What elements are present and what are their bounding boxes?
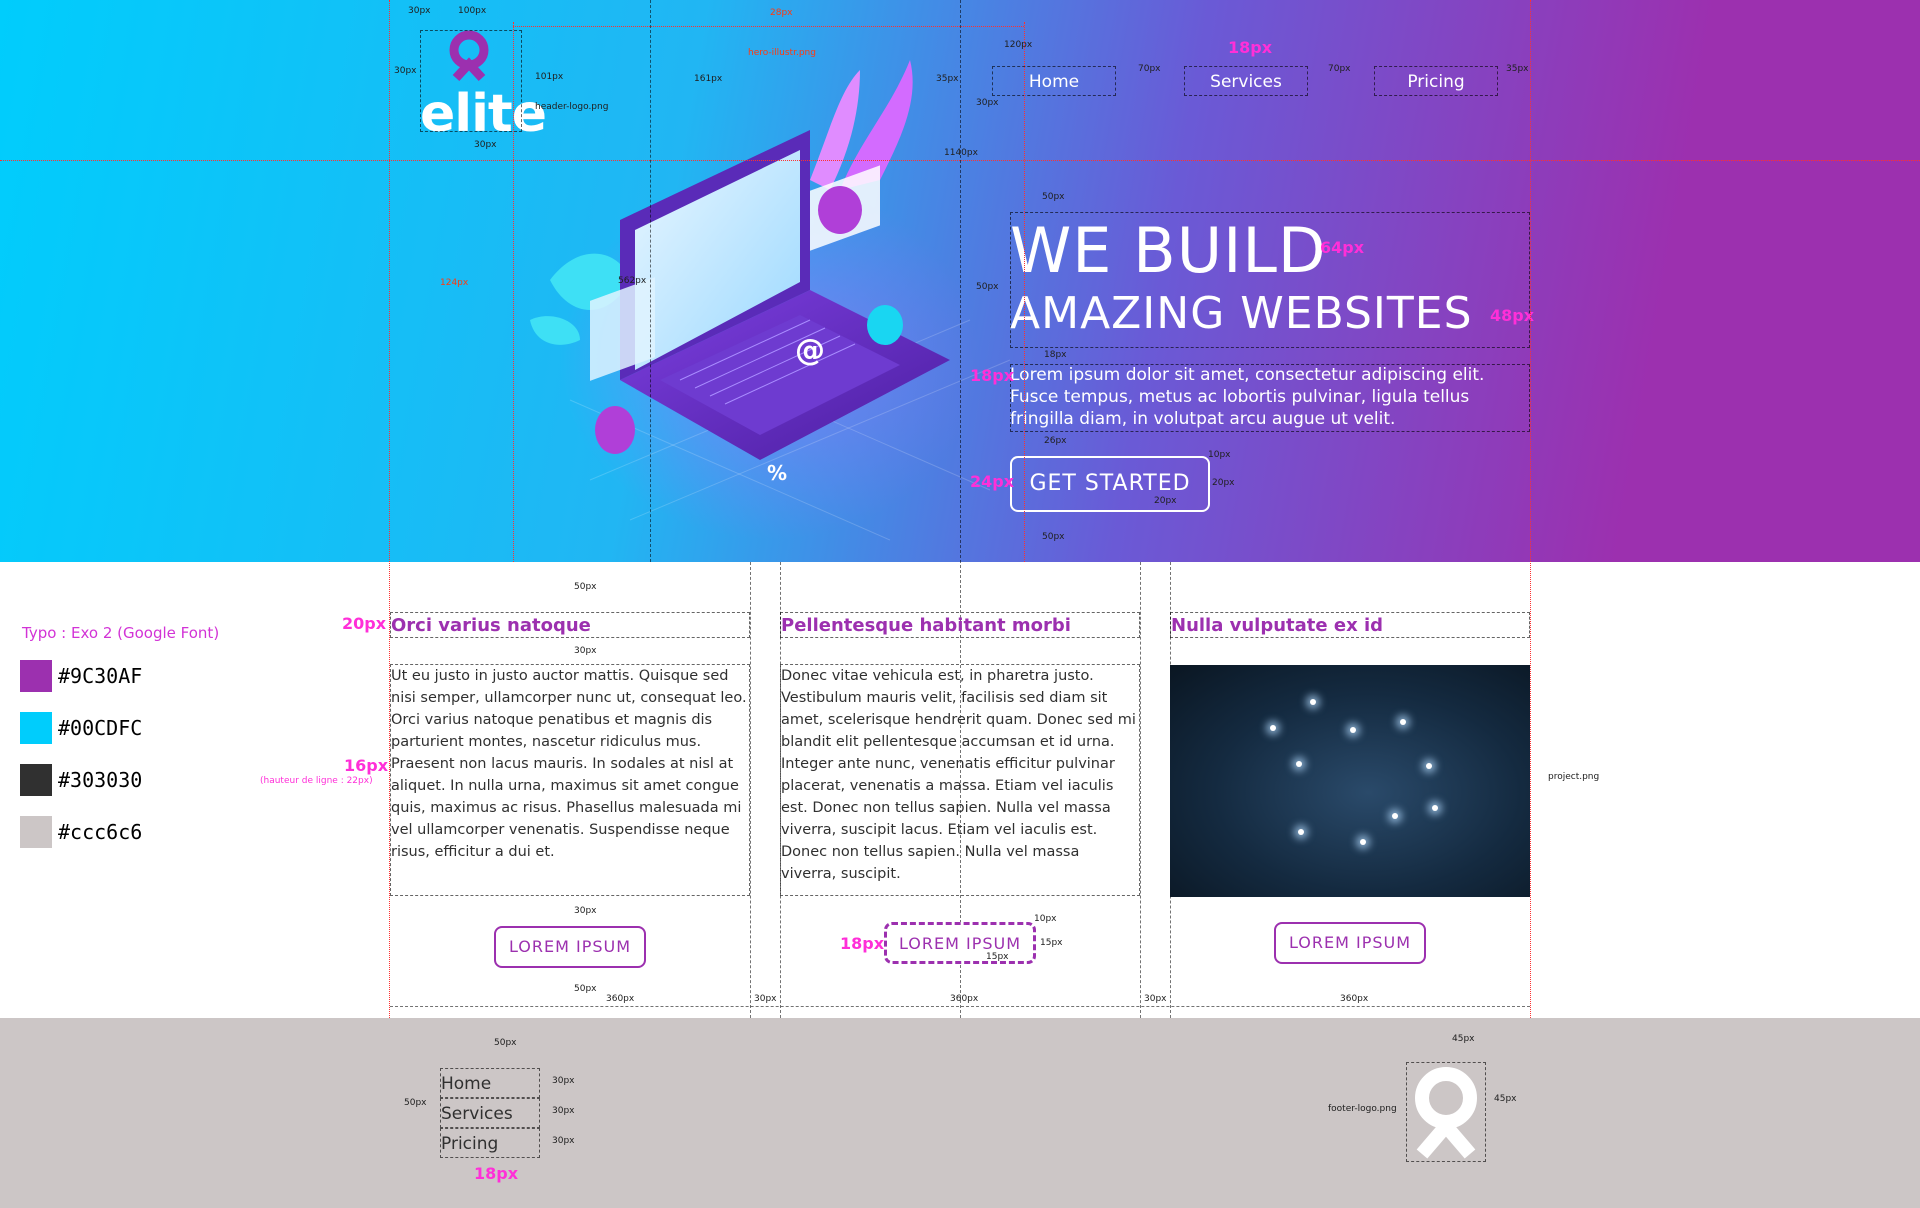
body-spec: 16px (344, 756, 389, 775)
column3-title: Nulla vulputate ex id (1170, 612, 1530, 638)
spec-label: 101px (535, 72, 564, 82)
spec-label: 15px (986, 952, 1009, 962)
spec-label: 30px (408, 6, 431, 16)
spec-label: 18px (1044, 350, 1067, 360)
spec-label: 45px (1452, 1034, 1475, 1044)
spec-label: 30px (754, 994, 777, 1004)
spec-label: 360px (950, 994, 979, 1004)
spec-label: 50px (494, 1038, 517, 1048)
spec-label: 35px (936, 74, 959, 84)
spec-label: 15px (1040, 938, 1063, 948)
spec-label: 30px (474, 140, 497, 150)
hero-title-line1: WE BUILD (1010, 214, 1327, 287)
spec-label: 360px (606, 994, 635, 1004)
column3-button[interactable]: LOREM IPSUM (1274, 922, 1426, 964)
footer: Home Services Pricing 18px footer-logo.p… (0, 1018, 1920, 1208)
swatch-purple (20, 660, 52, 692)
swatch-purple-label: #9C30AF (58, 664, 143, 688)
project-file-label: project.png (1548, 772, 1600, 782)
nav-services[interactable]: Services (1184, 66, 1308, 96)
logo-file-label: header-logo.png (535, 102, 609, 112)
guide-illus-top (513, 26, 1024, 27)
footer-logo-file: footer-logo.png (1328, 1104, 1397, 1114)
logo-bounds (420, 30, 522, 132)
spec-label: 70px (1138, 64, 1161, 74)
title2-spec: 48px (1490, 306, 1535, 325)
swatch-dark (20, 764, 52, 796)
hero-illustration: % @ (530, 60, 1011, 541)
hero-title-line2: AMAZING WEBSITES (1010, 288, 1473, 339)
column1-title: Orci varius natoque (390, 612, 750, 638)
hero-paragraph: Lorem ipsum dolor sit amet, consectetur … (1010, 365, 1485, 429)
guide-illus-axis (650, 0, 651, 562)
footer-nav-services[interactable]: Services (440, 1098, 540, 1128)
spec-label: 30px (1144, 994, 1167, 1004)
spec-label: 50px (1042, 192, 1065, 202)
guide-col-widths (390, 1006, 1530, 1007)
spec-label: 10px (1208, 450, 1231, 460)
column1-text: Ut eu justo in justo auctor mattis. Quis… (390, 664, 750, 896)
title-spec: 20px (342, 614, 387, 633)
spec-label: 20px (1212, 478, 1235, 488)
spec-label: 30px (976, 98, 999, 108)
get-started-button[interactable]: GET STARTED (1010, 456, 1210, 512)
spec-label: 124px (440, 278, 469, 288)
svg-text:@: @ (795, 333, 825, 368)
spec-label: 30px (552, 1136, 575, 1146)
swatch-grey (20, 816, 52, 848)
spec-label: 26px (1044, 436, 1067, 446)
spec-label: 161px (694, 74, 723, 84)
column2-text: Donec vitae vehicula est, in pharetra ju… (780, 664, 1140, 896)
spec-label: 70px (1328, 64, 1351, 74)
line-height-spec: (hauteur de ligne : 22px) (260, 776, 373, 786)
footer-nav-pricing[interactable]: Pricing (440, 1128, 540, 1158)
spec-label: 50px (976, 282, 999, 292)
spec-label: 35px (1506, 64, 1529, 74)
spec-label: 120px (1004, 40, 1033, 50)
footer-nav-home[interactable]: Home (440, 1068, 540, 1098)
spec-label: 100px (458, 6, 487, 16)
swatch-grey-label: #ccc6c6 (58, 820, 143, 844)
typo-note: Typo : Exo 2 (Google Font) (22, 624, 220, 642)
button-spec: 18px (840, 934, 885, 953)
footer-logo-icon[interactable] (1408, 1064, 1484, 1160)
swatch-cyan (20, 712, 52, 744)
column2-title: Pellentesque habitant morbi (780, 612, 1140, 638)
spec-label: 45px (1494, 1094, 1517, 1104)
svg-text:%: % (767, 461, 787, 485)
spec-label: 360px (1340, 994, 1369, 1004)
title1-spec: 64px (1320, 238, 1365, 257)
column2-button[interactable]: LOREM IPSUM (884, 922, 1036, 964)
spec-label: 50px (574, 984, 597, 994)
nav-font-spec: 18px (1228, 38, 1273, 57)
nav-pricing[interactable]: Pricing (1374, 66, 1498, 96)
swatch-dark-label: #303030 (58, 768, 143, 792)
footer-nav-spec: 18px (474, 1164, 519, 1183)
cta-spec: 24px (970, 472, 1015, 491)
spec-label: 30px (394, 66, 417, 76)
spec-label: 30px (552, 1106, 575, 1116)
guide-illus-left (513, 22, 514, 562)
hero-file-label: hero-illustr.png (748, 48, 816, 58)
spec-label: 50px (404, 1098, 427, 1108)
guide-illus-right (1024, 22, 1025, 562)
swatch-cyan-label: #00CDFC (58, 716, 143, 740)
guide-col-gap1 (750, 562, 751, 1018)
spec-label: 562px (618, 276, 647, 286)
guide-col-gap3 (1140, 562, 1141, 1018)
spec-label: 30px (574, 906, 597, 916)
column1-button[interactable]: LOREM IPSUM (494, 926, 646, 968)
project-image[interactable] (1170, 665, 1530, 897)
spec-label: 28px (770, 8, 793, 18)
paragraph-spec: 18px (970, 366, 1015, 385)
nav-home[interactable]: Home (992, 66, 1116, 96)
spec-label: 20px (1154, 496, 1177, 506)
spec-label: 50px (1042, 532, 1065, 542)
spec-label: 30px (574, 646, 597, 656)
spec-label: 30px (552, 1076, 575, 1086)
spec-label: 10px (1034, 914, 1057, 924)
spec-label: 50px (574, 582, 597, 592)
